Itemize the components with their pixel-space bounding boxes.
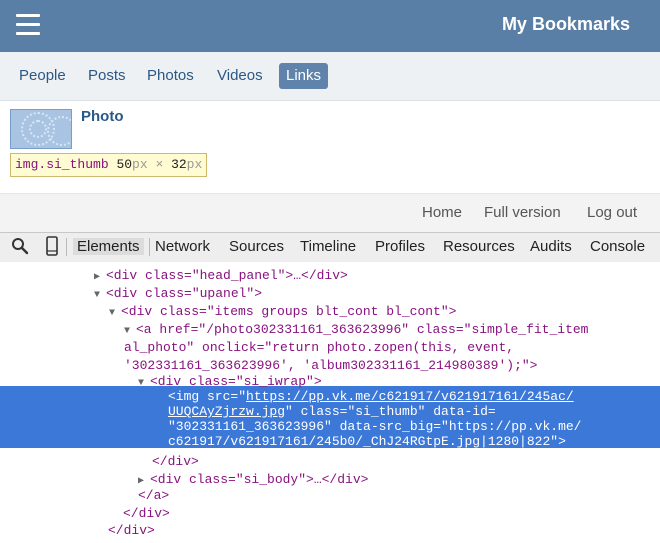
tab-links[interactable]: Links (279, 63, 329, 89)
elements-panel: ▶ <div class="head_panel">…</div> ▼ <div c… (0, 262, 660, 543)
tooltip-times: × (147, 157, 172, 172)
devtools-tab-sources[interactable]: Sources (229, 238, 284, 255)
devtools-tab-audits[interactable]: Audits (530, 238, 572, 255)
collapse-triangle-icon[interactable]: ▼ (94, 286, 106, 306)
tab-photos[interactable]: Photos (140, 63, 201, 89)
devtools-tab-profiles[interactable]: Profiles (375, 238, 425, 255)
toolbar-divider (149, 238, 150, 256)
dom-node[interactable]: ▼ <a href="/photo302331161_363623996" cla… (124, 320, 588, 340)
dom-node-close[interactable]: </div> (152, 452, 199, 472)
bookmark-title[interactable]: Photo (81, 108, 124, 125)
devtools-tab-elements[interactable]: Elements (73, 238, 144, 255)
devtools-tab-timeline[interactable]: Timeline (300, 238, 356, 255)
full-version-link[interactable]: Full version (484, 204, 561, 221)
devtools-tab-network[interactable]: Network (155, 238, 210, 255)
devtools-toolbar: Elements Network Sources Timeline Profil… (0, 232, 660, 263)
photo-thumbnail[interactable] (10, 109, 72, 149)
devtools-tab-resources[interactable]: Resources (443, 238, 515, 255)
tab-people[interactable]: People (12, 63, 73, 89)
page-title: My Bookmarks (501, 14, 630, 34)
dom-node-continuation: al_photo" onclick="return photo.zopen(th… (124, 340, 515, 355)
tab-posts[interactable]: Posts (81, 63, 133, 89)
footer-links: Home Full version Log out (0, 193, 660, 232)
bookmark-list: Photo img.si_thumb 50px × 32px (0, 101, 660, 193)
tooltip-height: 32 (171, 157, 187, 172)
collapse-triangle-icon[interactable]: ▼ (138, 374, 150, 394)
log-out-link[interactable]: Log out (587, 204, 637, 221)
tooltip-unit: px (186, 157, 203, 172)
home-link[interactable]: Home (422, 204, 462, 221)
hamburger-menu-icon[interactable] (16, 14, 40, 36)
dom-node-close[interactable]: </div> (108, 521, 155, 541)
devtools-tab-console[interactable]: Console (590, 238, 645, 255)
tooltip-width: 50 (116, 157, 133, 172)
dom-node[interactable]: ▼ <div class="upanel"> (94, 284, 262, 304)
tab-videos[interactable]: Videos (210, 63, 270, 89)
tooltip-unit: px (132, 157, 148, 172)
search-icon[interactable] (11, 237, 29, 259)
device-icon[interactable] (46, 236, 58, 260)
toolbar-divider (66, 238, 67, 256)
selected-dom-node-continuation: c621917/v621917161/245b0/_ChJ24RGtpE.jpg… (168, 434, 566, 449)
tooltip-selector: img.si_thumb (15, 157, 109, 172)
dom-node[interactable]: ▼ <div class="items groups blt_cont bl_co… (109, 302, 456, 322)
dom-node[interactable]: ▶ <div class="si_body">…</div> (138, 470, 368, 490)
dom-node[interactable]: ▶ <div class="head_panel">…</div> (94, 266, 348, 286)
collapse-triangle-icon[interactable]: ▼ (109, 304, 121, 324)
dom-node-close[interactable]: </a> (138, 486, 169, 506)
top-header: My Bookmarks (0, 0, 660, 52)
inspect-tooltip: img.si_thumb 50px × 32px (10, 153, 208, 177)
bookmark-tabs: People Posts Photos Videos Links (0, 52, 660, 101)
